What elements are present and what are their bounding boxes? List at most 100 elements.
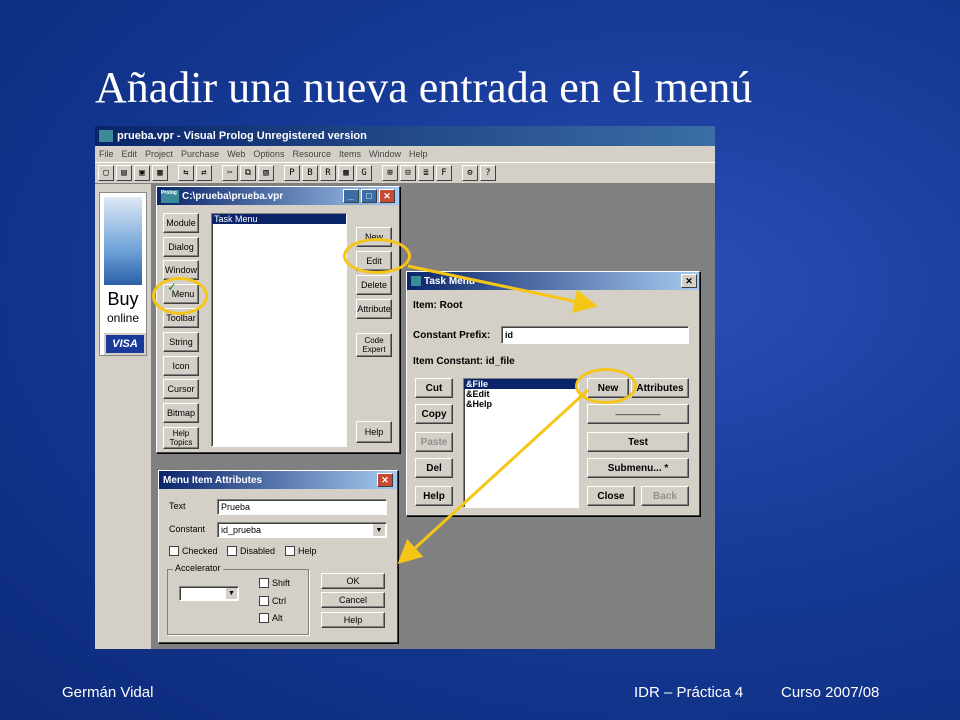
new-file-icon[interactable]: ▢ [98,165,114,181]
app-menubar: File Edit Project Purchase Web Options R… [95,146,715,162]
save-icon[interactable]: ▣ [134,165,150,181]
menu-options[interactable]: Options [253,149,284,159]
attributes-button[interactable]: Attributes [631,378,689,398]
slide-title: Añadir una nueva entrada en el menú [95,63,753,112]
module-button[interactable]: Module [163,213,199,233]
task-menu-dialog: Task Menu ✕ Item: Root Constant Prefix: … [406,271,700,516]
cut-button[interactable]: Cut [415,378,453,398]
footer-course: IDR – Práctica 4 [634,684,744,701]
help-button[interactable]: Help [415,486,453,506]
open-icon[interactable]: ▤ [116,165,132,181]
cut-icon[interactable]: ✂ [222,165,238,181]
delete-button[interactable]: Delete [356,275,392,295]
back-button[interactable]: Back [641,486,689,506]
highlight-ring-new [575,368,637,404]
project-title: C:\prueba\prueba.vpr [182,190,284,202]
redo-icon[interactable]: ⇄ [196,165,212,181]
icon-button[interactable]: Icon [163,356,199,376]
cursor-button[interactable]: Cursor [163,379,199,399]
dialog-button[interactable]: Dialog [163,237,199,257]
menu-project[interactable]: Project [145,149,173,159]
copy-icon[interactable]: ⧉ [240,165,256,181]
task-menu-title-bar: Task Menu ✕ [407,272,699,290]
bitmap-button[interactable]: Bitmap [163,403,199,423]
ctrl-label: Ctrl [272,596,286,606]
close-icon[interactable]: ✕ [379,189,395,203]
menu-help[interactable]: Help [409,149,428,159]
alt-checkbox[interactable]: Alt [259,613,283,623]
text-input[interactable]: Prueba [217,499,387,515]
copy-button[interactable]: Copy [415,404,453,424]
f-icon[interactable]: F [436,165,452,181]
submenu-button[interactable]: Submenu... * [587,458,689,478]
tree-icon[interactable]: ⊟ [400,165,416,181]
item-constant-label: Item Constant: id_file [413,356,515,367]
r-icon[interactable]: R [320,165,336,181]
cancel-button[interactable]: Cancel [321,592,385,608]
shift-label: Shift [272,578,291,588]
project-window: Prolog C:\prueba\prueba.vpr _ □ ✕ Module… [156,186,400,453]
list-icon[interactable]: ≣ [418,165,434,181]
menu-window[interactable]: Window [369,149,401,159]
shift-checkbox[interactable]: Shift [259,578,290,588]
help-button[interactable]: Help [321,612,385,628]
minimize-icon[interactable]: _ [343,189,359,203]
close-icon[interactable]: ✕ [681,274,697,288]
undo-icon[interactable]: ⇆ [178,165,194,181]
resource-list[interactable]: Task Menu [211,213,347,447]
menu-items-list[interactable]: &File &Edit &Help [463,378,579,508]
help-icon[interactable]: ? [480,165,496,181]
browse-icon[interactable]: ⊞ [382,165,398,181]
paste-icon[interactable]: ▧ [258,165,274,181]
dialog-icon [411,276,421,286]
test-button[interactable]: Test [587,432,689,452]
constant-select[interactable]: id_prueba ▼ [217,522,387,538]
list-item[interactable]: &Edit [464,389,578,399]
attrs-title: Menu Item Attributes [163,474,263,486]
list-item[interactable]: &File [464,379,578,389]
attribute-button[interactable]: Attribute [356,299,392,319]
project-title-bar: Prolog C:\prueba\prueba.vpr _ □ ✕ [157,187,399,205]
alt-label: Alt [272,613,283,623]
accelerator-label: Accelerator [173,563,223,573]
build-icon[interactable]: ▩ [338,165,354,181]
help-checkbox[interactable]: Help [285,546,317,556]
p-icon[interactable]: P [284,165,300,181]
string-button[interactable]: String [163,332,199,352]
menu-purchase[interactable]: Purchase [181,149,219,159]
menu-edit[interactable]: Edit [122,149,138,159]
separator-button[interactable]: ————— [587,404,689,424]
checked-checkbox[interactable]: Checked [169,546,218,556]
list-item[interactable]: Task Menu [212,214,346,224]
prefix-input[interactable]: id [501,326,689,344]
chevron-down-icon[interactable]: ▼ [226,588,237,599]
menu-resource[interactable]: Resource [292,149,331,159]
attrs-title-bar: Menu Item Attributes ✕ [159,471,397,489]
b-icon[interactable]: B [302,165,318,181]
paste-button[interactable]: Paste [415,432,453,452]
del-button[interactable]: Del [415,458,453,478]
menu-web[interactable]: Web [227,149,245,159]
list-item[interactable]: &Help [464,399,578,409]
prefix-label: Constant Prefix: [413,330,491,341]
info-icon[interactable]: ⚙ [462,165,478,181]
menu-file[interactable]: File [99,149,114,159]
app-side-panel: Buy online VISA [95,184,151,649]
disabled-checkbox[interactable]: Disabled [227,546,275,556]
g-icon[interactable]: G [356,165,372,181]
chevron-down-icon[interactable]: ▼ [373,524,385,536]
code-expert-button[interactable]: Code Expert [356,333,392,357]
ctrl-checkbox[interactable]: Ctrl [259,596,286,606]
close-icon[interactable]: ✕ [377,473,393,487]
buy-online-ad[interactable]: Buy online VISA [99,192,147,356]
menu-items[interactable]: Items [339,149,361,159]
accelerator-select[interactable]: ▼ [179,586,239,601]
close-button[interactable]: Close [587,486,635,506]
help-button[interactable]: Help [356,421,392,443]
print-icon[interactable]: ▦ [152,165,168,181]
app-toolbar: ▢ ▤ ▣ ▦ ⇆ ⇄ ✂ ⧉ ▧ P B R ▩ G ⊞ ⊟ ≣ F ⚙ ? [95,162,715,184]
highlight-ring-menu [152,277,208,315]
help-topics-button[interactable]: Help Topics [163,427,199,449]
maximize-icon[interactable]: □ [361,189,377,203]
ok-button[interactable]: OK [321,573,385,589]
